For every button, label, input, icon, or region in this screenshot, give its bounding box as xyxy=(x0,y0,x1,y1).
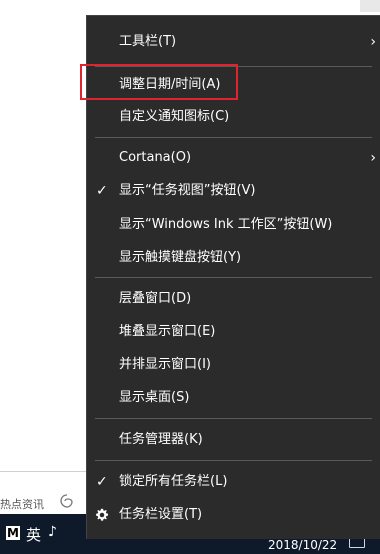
checkmark-icon: ✓ xyxy=(96,183,108,199)
menu-item-show-desktop[interactable]: 显示桌面(S) xyxy=(87,380,380,416)
menu-item-label: 显示“任务视图”按钮(V) xyxy=(119,183,256,198)
ime-mode-icon[interactable]: ♪ xyxy=(48,524,57,540)
menu-item-task-manager[interactable]: 任务管理器(K) xyxy=(87,422,380,458)
menu-item-taskbar-settings[interactable]: 任务栏设置(T) xyxy=(87,497,380,533)
chevron-right-icon: › xyxy=(370,34,376,50)
window-top-strip xyxy=(0,0,380,12)
app-m-icon[interactable]: M xyxy=(6,526,20,540)
menu-item-label: 显示桌面(S) xyxy=(119,390,190,405)
taskbar-date[interactable]: 2018/10/22 xyxy=(268,538,337,552)
menu-item-label: 堆叠显示窗口(E) xyxy=(119,324,216,339)
menu-item-side-by-side-windows[interactable]: 并排显示窗口(I) xyxy=(87,347,380,383)
menu-item-show-task-view-button[interactable]: ✓ 显示“任务视图”按钮(V) xyxy=(87,173,380,209)
menu-item-label: 锁定所有任务栏(L) xyxy=(119,474,228,489)
menu-item-label: 任务管理器(K) xyxy=(119,432,203,447)
checkmark-icon: ✓ xyxy=(96,474,108,490)
menu-item-label: Cortana(O) xyxy=(119,150,192,165)
menu-item-lock-all-taskbars[interactable]: ✓ 锁定所有任务栏(L) xyxy=(87,464,380,500)
chevron-right-icon: › xyxy=(370,150,376,166)
menu-item-customize-notification-icons[interactable]: 自定义通知图标(C) xyxy=(87,99,380,135)
menu-item-toolbars[interactable]: 工具栏(T) › xyxy=(87,24,380,60)
menu-item-label: 显示“Windows Ink 工作区”按钮(W) xyxy=(119,217,333,232)
menu-item-show-touch-keyboard-button[interactable]: 显示触摸键盘按钮(Y) xyxy=(87,240,380,276)
menu-item-label: 任务栏设置(T) xyxy=(119,507,203,522)
menu-item-label: 自定义通知图标(C) xyxy=(119,109,230,124)
menu-item-label: 工具栏(T) xyxy=(119,34,177,49)
menu-separator xyxy=(95,418,372,419)
menu-separator xyxy=(95,460,372,461)
menu-item-show-windows-ink-button[interactable]: 显示“Windows Ink 工作区”按钮(W) xyxy=(87,207,380,243)
menu-item-label: 显示触摸键盘按钮(Y) xyxy=(119,250,242,265)
menu-separator xyxy=(95,277,372,278)
menu-item-cortana[interactable]: Cortana(O) › xyxy=(87,140,380,176)
gear-icon xyxy=(96,508,109,521)
ime-language-indicator[interactable]: 英 xyxy=(26,524,41,545)
scrollbar-hint xyxy=(360,0,380,12)
desktop: 热点资讯 M 英 ♪ 2018/10/22 工具栏(T) › 调整日期/时间(A… xyxy=(0,0,380,554)
news-label: 热点资讯 xyxy=(0,498,44,511)
highlight-annotation-box xyxy=(80,64,238,100)
menu-item-stack-windows[interactable]: 堆叠显示窗口(E) xyxy=(87,314,380,350)
news-swirl-icon xyxy=(60,494,73,508)
menu-item-cascade-windows[interactable]: 层叠窗口(D) xyxy=(87,281,380,317)
news-widget[interactable]: 热点资讯 xyxy=(0,472,86,514)
menu-item-label: 层叠窗口(D) xyxy=(119,291,192,306)
menu-item-label: 并排显示窗口(I) xyxy=(119,357,211,372)
menu-separator xyxy=(95,137,372,138)
